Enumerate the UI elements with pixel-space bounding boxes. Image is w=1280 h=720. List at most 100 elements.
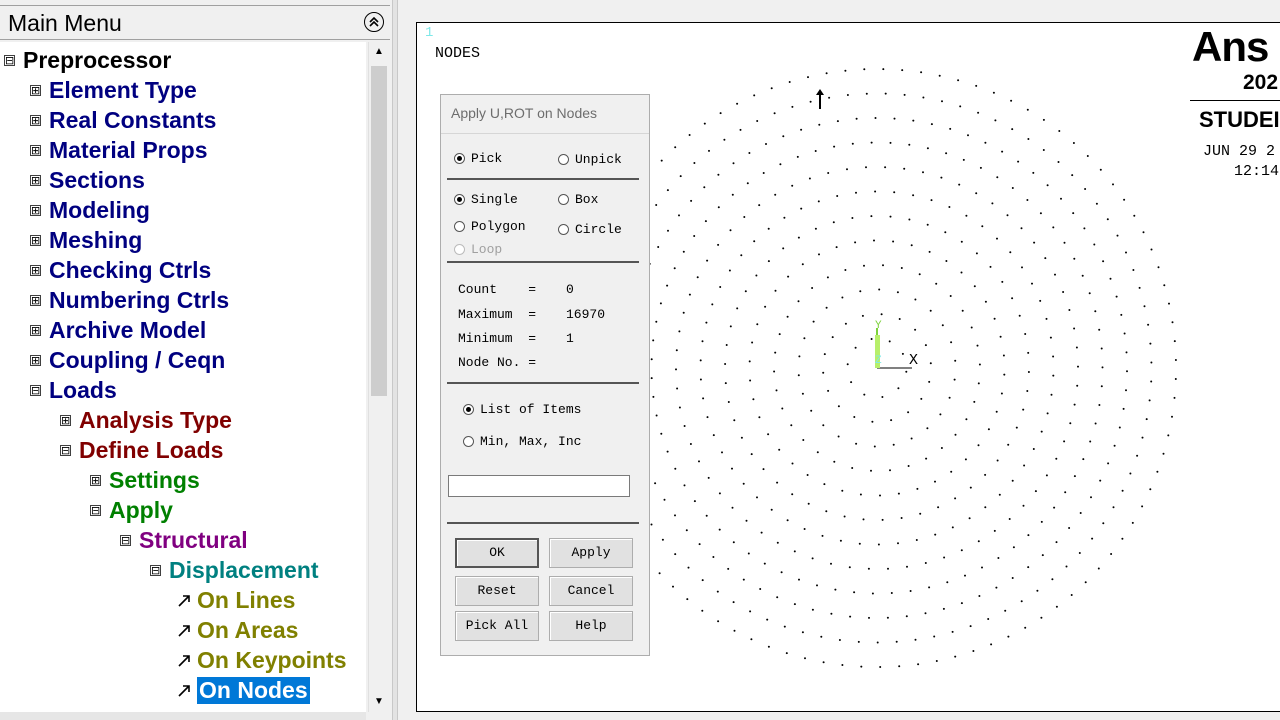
node-point[interactable] <box>673 267 676 270</box>
node-point[interactable] <box>821 534 824 537</box>
node-point[interactable] <box>698 460 700 463</box>
node-point[interactable] <box>878 288 881 291</box>
node-point[interactable] <box>1024 626 1027 629</box>
node-point[interactable] <box>724 363 727 365</box>
node-point[interactable] <box>879 666 882 668</box>
node-point[interactable] <box>997 557 1000 559</box>
node-point[interactable] <box>689 443 692 445</box>
node-point[interactable] <box>1112 506 1115 509</box>
node-point[interactable] <box>655 204 658 206</box>
node-point[interactable] <box>1004 609 1007 612</box>
node-point[interactable] <box>1150 361 1153 364</box>
node-point[interactable] <box>765 143 767 145</box>
node-point[interactable] <box>1093 243 1096 246</box>
node-point[interactable] <box>1077 365 1079 368</box>
node-point[interactable] <box>1118 426 1121 429</box>
node-point[interactable] <box>1078 552 1081 554</box>
node-point[interactable] <box>733 419 736 422</box>
node-point[interactable] <box>935 660 938 662</box>
node-point[interactable] <box>889 215 892 218</box>
node-point[interactable] <box>798 578 800 581</box>
node-point[interactable] <box>760 531 763 534</box>
node-point[interactable] <box>909 590 912 592</box>
node-point[interactable] <box>835 246 838 249</box>
node-point[interactable] <box>731 193 734 196</box>
node-point[interactable] <box>1099 168 1102 171</box>
node-point[interactable] <box>804 657 806 660</box>
menu-item-sections[interactable]: ⊞ Sections <box>30 165 145 195</box>
node-point[interactable] <box>778 448 781 451</box>
node-point[interactable] <box>756 323 759 326</box>
node-point[interactable] <box>1027 351 1030 354</box>
node-point[interactable] <box>666 284 669 287</box>
node-point[interactable] <box>753 94 756 97</box>
node-point[interactable] <box>926 223 929 226</box>
node-point[interactable] <box>727 567 730 570</box>
node-point[interactable] <box>774 289 777 292</box>
node-point[interactable] <box>984 506 987 509</box>
node-point[interactable] <box>660 432 663 435</box>
node-point[interactable] <box>1072 212 1075 215</box>
node-point[interactable] <box>1058 130 1061 132</box>
node-point[interactable] <box>941 324 944 327</box>
node-point[interactable] <box>1011 297 1014 300</box>
node-point[interactable] <box>767 260 770 263</box>
node-point[interactable] <box>937 506 940 509</box>
menu-item-preprocessor[interactable]: ⊟ Preprocessor <box>4 45 171 75</box>
node-point[interactable] <box>767 645 770 648</box>
node-point[interactable] <box>1125 351 1128 354</box>
node-point[interactable] <box>756 120 759 122</box>
node-point[interactable] <box>881 396 884 398</box>
node-point[interactable] <box>978 595 981 597</box>
collapse-icon[interactable]: ⊟ <box>150 564 161 576</box>
node-point[interactable] <box>954 433 957 436</box>
node-point[interactable] <box>1045 317 1048 320</box>
node-point[interactable] <box>806 474 809 476</box>
expand-icon[interactable]: ⊞ <box>30 294 41 306</box>
node-point[interactable] <box>851 142 854 145</box>
node-point[interactable] <box>701 609 704 612</box>
node-point[interactable] <box>844 69 847 72</box>
node-point[interactable] <box>652 395 655 398</box>
node-point[interactable] <box>900 267 903 269</box>
node-point[interactable] <box>958 183 961 186</box>
node-point[interactable] <box>884 92 887 95</box>
node-point[interactable] <box>725 344 728 346</box>
node-point[interactable] <box>674 514 676 517</box>
node-point[interactable] <box>1040 616 1043 619</box>
node-point[interactable] <box>907 411 910 414</box>
cancel-button[interactable]: Cancel <box>549 576 633 606</box>
node-point[interactable] <box>924 612 927 615</box>
node-point[interactable] <box>1052 226 1055 229</box>
node-point[interactable] <box>1150 380 1153 383</box>
node-point[interactable] <box>811 557 814 560</box>
node-point[interactable] <box>1064 491 1067 494</box>
node-point[interactable] <box>767 227 770 230</box>
scroll-thumb[interactable] <box>371 66 387 396</box>
node-point[interactable] <box>998 493 1001 496</box>
node-point[interactable] <box>678 214 680 217</box>
node-point[interactable] <box>987 428 990 431</box>
node-point[interactable] <box>736 102 739 105</box>
node-point[interactable] <box>801 631 804 634</box>
node-point[interactable] <box>667 229 669 232</box>
menu-item-on-nodes[interactable]: On Nodes <box>176 675 310 705</box>
node-point[interactable] <box>930 123 933 126</box>
node-point[interactable] <box>975 192 978 195</box>
node-point[interactable] <box>1094 422 1097 425</box>
node-point[interactable] <box>939 413 942 416</box>
node-point[interactable] <box>1098 328 1101 331</box>
node-point[interactable] <box>918 273 921 276</box>
node-point[interactable] <box>908 143 911 146</box>
node-point[interactable] <box>1026 390 1029 392</box>
node-point[interactable] <box>940 176 943 179</box>
node-point[interactable] <box>1138 286 1141 289</box>
node-point[interactable] <box>705 514 708 517</box>
node-point[interactable] <box>884 166 887 169</box>
node-point[interactable] <box>776 541 779 544</box>
node-point[interactable] <box>1129 472 1132 475</box>
node-point[interactable] <box>1039 299 1042 302</box>
menu-item-on-areas[interactable]: On Areas <box>176 615 298 645</box>
node-point[interactable] <box>942 607 945 610</box>
node-point[interactable] <box>763 562 766 565</box>
